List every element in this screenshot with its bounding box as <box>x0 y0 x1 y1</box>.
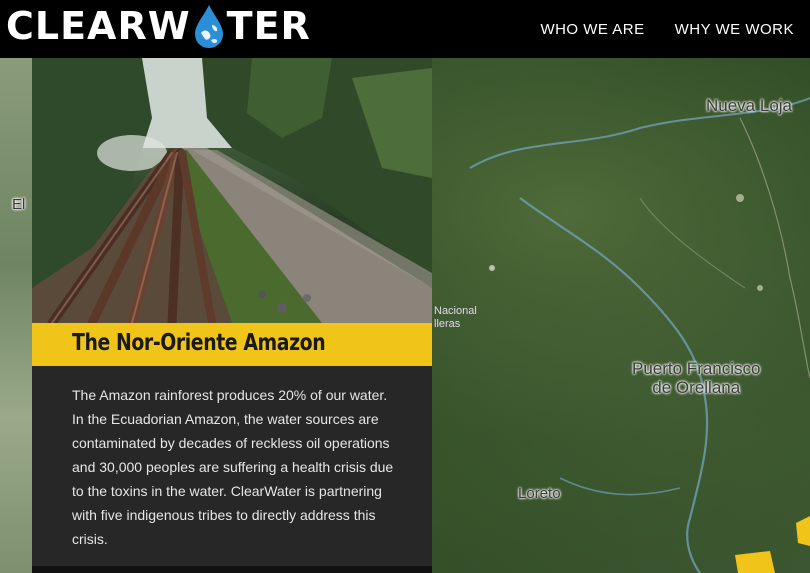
pipeline-photo <box>32 58 432 323</box>
logo-text-right: TER <box>226 4 311 48</box>
nav-who-we-are[interactable]: WHO WE ARE <box>540 21 644 38</box>
region-card: The Nor-Oriente Amazon The Amazon rainfo… <box>32 58 432 573</box>
map-label-edge-el: El <box>12 196 26 213</box>
map-label-edge-nacional: Nacional lleras <box>434 305 477 331</box>
map-label-nueva-loja: Nueva Loja <box>706 96 793 115</box>
card-description: The Amazon rainforest produces 20% of ou… <box>72 387 394 547</box>
map-label-lleras: lleras <box>434 318 461 330</box>
map-label-loreto: Loreto <box>518 485 561 502</box>
main-nav: WHO WE ARE WHY WE WORK <box>540 0 794 58</box>
card-title: The Nor-Oriente Amazon <box>72 330 326 356</box>
map-label-nacional: Nacional <box>434 305 477 317</box>
water-drop-globe-icon <box>193 3 225 49</box>
site-header: CLEARW TER WHO WE ARE WHY WE WORK <box>0 0 810 58</box>
map-label-puerto-francisco: Puerto Francisco de Orellana <box>632 359 761 397</box>
card-description-panel: The Amazon rainforest produces 20% of ou… <box>32 366 432 568</box>
card-bottom-bar <box>32 566 432 573</box>
clearwater-logo[interactable]: CLEARW TER <box>6 2 311 50</box>
nav-why-we-work[interactable]: WHY WE WORK <box>675 21 794 38</box>
card-title-bar: The Nor-Oriente Amazon <box>32 323 432 366</box>
logo-text-left: CLEARW <box>6 4 191 48</box>
map-label-puerto-line-1: Puerto Francisco <box>632 359 761 378</box>
map-label-puerto-line-2: de Orellana <box>652 378 741 397</box>
